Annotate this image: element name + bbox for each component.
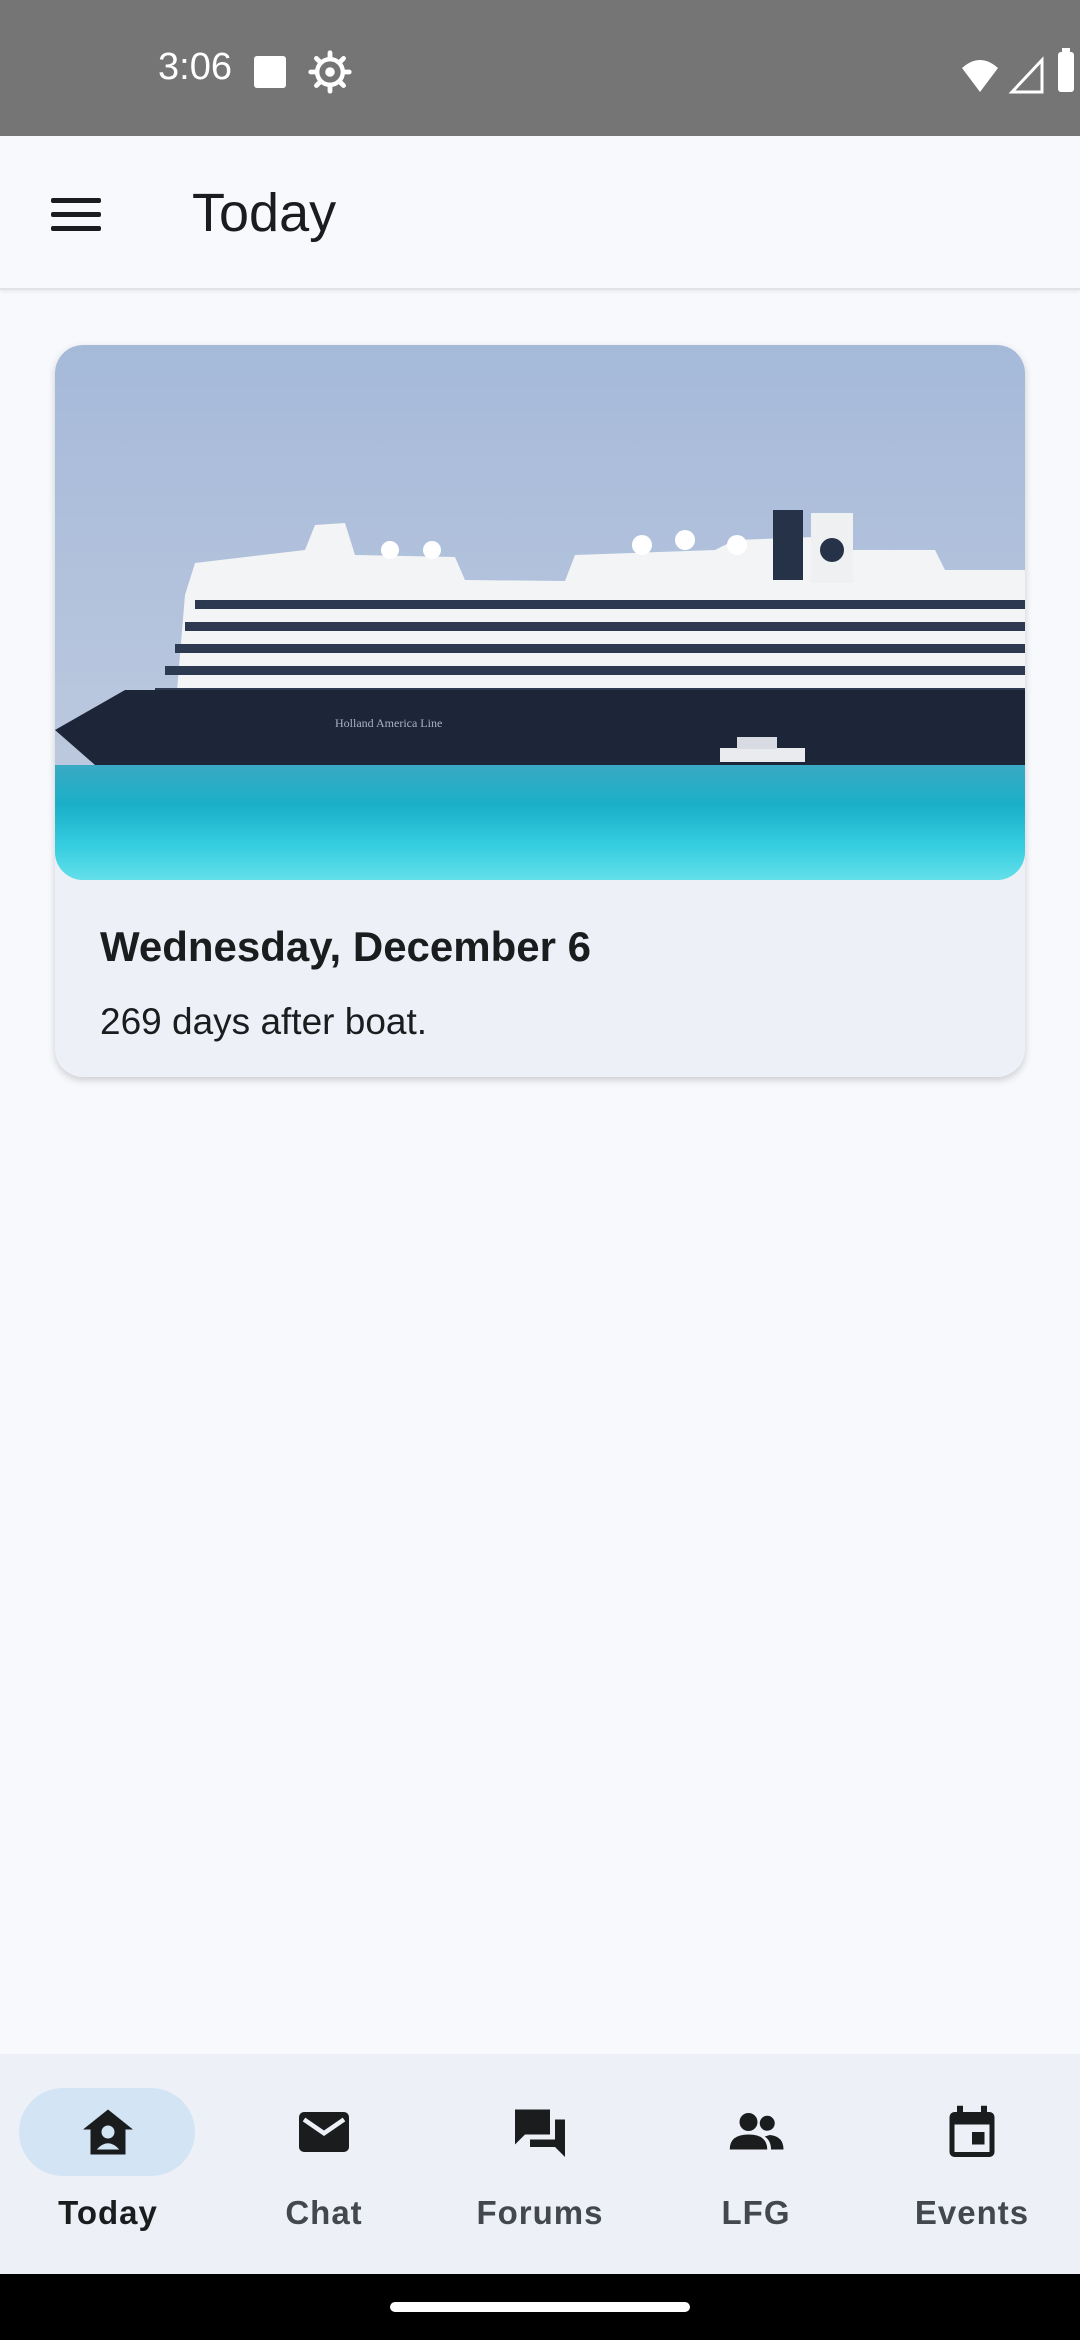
top-app-bar: Today xyxy=(0,136,1080,290)
tab-lfg[interactable]: LFG xyxy=(648,2054,864,2274)
tab-events-label: Events xyxy=(914,2194,1030,2231)
page-title: Today xyxy=(192,183,337,243)
status-time: 3:06 xyxy=(158,46,232,88)
stop-square-icon xyxy=(254,56,286,88)
forum-icon xyxy=(515,2109,565,2157)
home-gesture-handle[interactable] xyxy=(390,2302,690,2312)
ship-name-text: Holland America Line xyxy=(335,716,442,730)
home-person-icon xyxy=(83,2109,133,2155)
today-card[interactable]: Holland America Line Wednesday, December… xyxy=(55,345,1025,1077)
mail-icon xyxy=(299,2112,349,2152)
tab-forums[interactable]: Forums xyxy=(432,2054,648,2274)
tab-events[interactable]: Events xyxy=(864,2054,1080,2274)
bottom-navigation: Today Chat Forums LFG Events xyxy=(0,2054,1080,2274)
card-subtitle: 269 days after boat. xyxy=(100,1001,428,1042)
tab-lfg-label: LFG xyxy=(721,2194,791,2231)
card-date-title: Wednesday, December 6 xyxy=(100,923,591,970)
cruise-ship-photo: Holland America Line xyxy=(55,345,1025,880)
tab-chat[interactable]: Chat xyxy=(216,2054,432,2274)
calendar-icon xyxy=(949,2105,995,2157)
gear-icon xyxy=(308,50,352,94)
group-icon xyxy=(729,2113,784,2150)
status-right-icons xyxy=(962,48,1074,94)
tab-chat-label: Chat xyxy=(285,2194,363,2231)
system-gesture-bar xyxy=(0,2274,1080,2340)
tab-today-label: Today xyxy=(58,2194,158,2231)
tab-forums-label: Forums xyxy=(476,2194,604,2231)
status-bar: 3:06 xyxy=(0,0,1080,136)
tab-today[interactable]: Today xyxy=(0,2054,216,2274)
hamburger-menu-icon[interactable] xyxy=(36,179,116,249)
